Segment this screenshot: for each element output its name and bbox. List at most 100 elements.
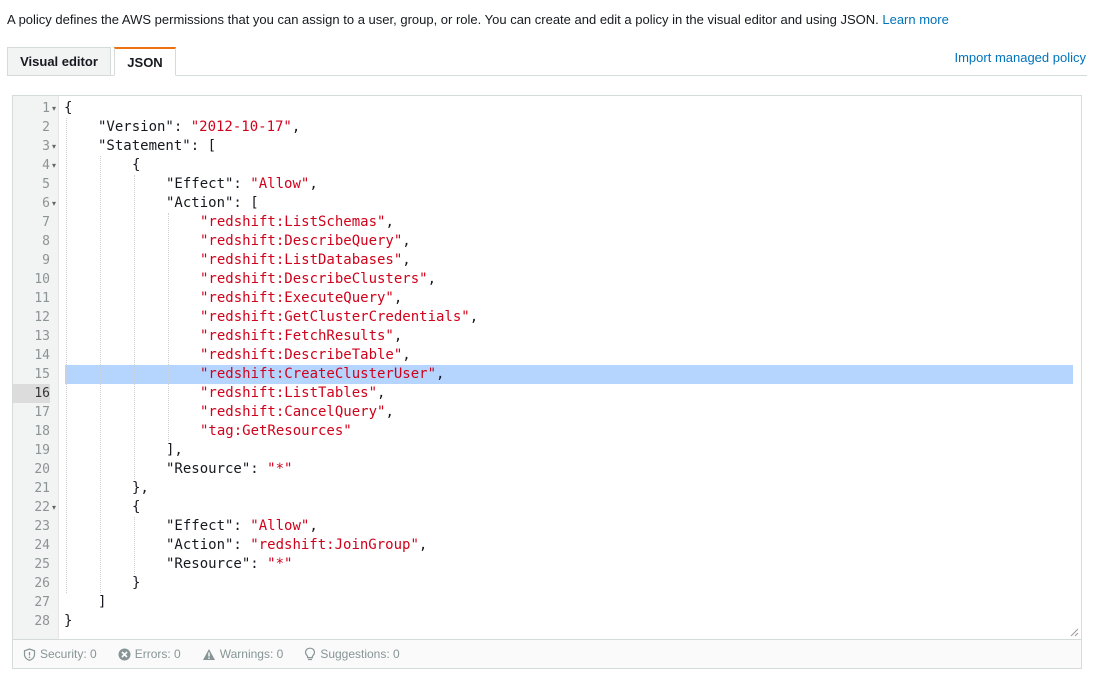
string-token: "redshift:JoinGroup" bbox=[250, 537, 419, 553]
line-number: 11 bbox=[34, 291, 50, 306]
string-token: "redshift:DescribeClusters" bbox=[200, 271, 428, 287]
code-line[interactable]: "redshift:DescribeClusters", bbox=[200, 270, 436, 289]
line-number: 28 bbox=[34, 614, 50, 629]
line-number: 13 bbox=[34, 329, 50, 344]
code-line[interactable]: "redshift:CancelQuery", bbox=[200, 403, 394, 422]
code-line[interactable]: } bbox=[64, 612, 72, 631]
suggestions-status-label: Suggestions: 0 bbox=[320, 647, 400, 661]
tab-json[interactable]: JSON bbox=[114, 47, 176, 76]
code-token: , bbox=[291, 119, 301, 135]
code-line[interactable]: "redshift:DescribeTable", bbox=[200, 346, 411, 365]
code-token: }, bbox=[132, 480, 149, 496]
editor-tabs: Visual editor JSON bbox=[7, 47, 1087, 76]
string-token: "2012-10-17" bbox=[190, 119, 292, 135]
warnings-status-label: Warnings: 0 bbox=[219, 647, 284, 661]
code-line[interactable]: "redshift:FetchResults", bbox=[200, 327, 402, 346]
line-number: 7 bbox=[42, 215, 50, 230]
string-token: "redshift:DescribeTable" bbox=[200, 347, 403, 363]
code-line[interactable]: "redshift:ListSchemas", bbox=[200, 213, 394, 232]
code-token: , bbox=[309, 176, 318, 192]
security-status[interactable]: Security: 0 bbox=[23, 647, 97, 661]
indent-guide bbox=[134, 517, 135, 574]
string-token: "redshift:DescribeQuery" bbox=[200, 233, 403, 249]
code-line[interactable]: "tag:GetResources" bbox=[200, 422, 352, 441]
code-line[interactable]: "redshift:ListTables", bbox=[200, 384, 385, 403]
code-line[interactable]: "Effect": "Allow", bbox=[166, 517, 318, 536]
errors-status[interactable]: Errors: 0 bbox=[118, 647, 181, 661]
string-token: "redshift:FetchResults" bbox=[200, 328, 394, 344]
line-number: 12 bbox=[34, 310, 50, 325]
validation-status-bar: Security: 0 Errors: 0 Warnings: 0 Sugges… bbox=[12, 640, 1082, 669]
indent-guide bbox=[134, 175, 135, 479]
line-number: 22 bbox=[34, 500, 50, 515]
string-token: "redshift:ListDatabases" bbox=[200, 252, 403, 268]
code-line[interactable]: }, bbox=[132, 479, 149, 498]
fold-toggle-icon[interactable]: ▾ bbox=[50, 137, 58, 156]
line-number: 16 bbox=[13, 384, 50, 403]
error-icon bbox=[118, 648, 131, 660]
line-number: 2 bbox=[42, 120, 50, 135]
string-token: "*" bbox=[267, 556, 293, 572]
code-token: "Effect": bbox=[166, 176, 251, 192]
line-number: 17 bbox=[34, 405, 50, 420]
line-number: 21 bbox=[34, 481, 50, 496]
code-token: ] bbox=[98, 594, 107, 610]
string-token: "redshift:GetClusterCredentials" bbox=[200, 309, 470, 325]
code-line[interactable]: "Resource": "*" bbox=[166, 555, 292, 574]
code-line[interactable]: "Statement": [ bbox=[98, 137, 216, 156]
code-token: "Resource": bbox=[166, 461, 268, 477]
code-token: , bbox=[377, 385, 386, 401]
string-token: "Allow" bbox=[250, 176, 310, 192]
code-line[interactable]: "redshift:DescribeQuery", bbox=[200, 232, 411, 251]
code-line[interactable]: "Action": "redshift:JoinGroup", bbox=[166, 536, 427, 555]
indent-guide bbox=[100, 156, 101, 593]
code-line[interactable]: } bbox=[132, 574, 140, 593]
code-token: , bbox=[402, 347, 411, 363]
suggestions-status[interactable]: Suggestions: 0 bbox=[304, 647, 400, 661]
fold-toggle-icon[interactable]: ▾ bbox=[50, 156, 58, 175]
line-number: 6 bbox=[42, 196, 50, 211]
line-number: 8 bbox=[42, 234, 50, 249]
code-line[interactable]: "Action": [ bbox=[166, 194, 259, 213]
code-token: { bbox=[132, 499, 141, 515]
code-token: } bbox=[64, 613, 73, 629]
code-line[interactable]: ] bbox=[98, 593, 106, 612]
code-line[interactable]: "Effect": "Allow", bbox=[166, 175, 318, 194]
warnings-status[interactable]: Warnings: 0 bbox=[202, 647, 284, 661]
string-token: "redshift:CancelQuery" bbox=[200, 404, 386, 420]
line-number-gutter: 1 ▾ 2 3 ▾ 4 ▾ 5 6 ▾ 7 8 9 10 11 12 13 14 15 16 17 18 19 20 21 22 ▾… bbox=[13, 96, 59, 639]
code-token: , bbox=[427, 271, 437, 287]
security-status-label: Security: 0 bbox=[40, 647, 97, 661]
learn-more-link[interactable]: Learn more bbox=[882, 12, 948, 27]
shield-icon bbox=[23, 647, 36, 661]
resize-handle-icon[interactable] bbox=[1070, 628, 1079, 637]
code-line[interactable]: { bbox=[132, 498, 140, 517]
line-number: 9 bbox=[42, 253, 50, 268]
code-line[interactable]: { bbox=[132, 156, 140, 175]
string-token: "redshift:ExecuteQuery" bbox=[200, 290, 394, 306]
code-line[interactable]: "redshift:ListDatabases", bbox=[200, 251, 411, 270]
code-token: , bbox=[436, 366, 445, 382]
fold-toggle-icon[interactable]: ▾ bbox=[50, 194, 58, 213]
code-line[interactable]: "redshift:CreateClusterUser", bbox=[200, 365, 444, 384]
code-token: , bbox=[393, 290, 403, 306]
code-line[interactable]: "redshift:GetClusterCredentials", bbox=[200, 308, 478, 327]
code-token: { bbox=[64, 100, 73, 116]
string-token: "redshift:CreateClusterUser" bbox=[200, 366, 437, 382]
tab-visual-editor[interactable]: Visual editor bbox=[7, 47, 111, 75]
code-line[interactable]: "Version": "2012-10-17", bbox=[98, 118, 300, 137]
fold-toggle-icon[interactable]: ▾ bbox=[50, 99, 58, 118]
code-line[interactable]: "Resource": "*" bbox=[166, 460, 292, 479]
line-number: 10 bbox=[34, 272, 50, 287]
json-code-editor[interactable]: 1 ▾ 2 3 ▾ 4 ▾ 5 6 ▾ 7 8 9 10 11 12 13 14 15 16 17 18 19 20 21 22 ▾… bbox=[12, 95, 1082, 640]
line-number: 14 bbox=[34, 348, 50, 363]
code-line[interactable]: ], bbox=[166, 441, 183, 460]
import-managed-policy-link[interactable]: Import managed policy bbox=[954, 50, 1086, 65]
line-number: 26 bbox=[34, 576, 50, 591]
fold-toggle-icon[interactable]: ▾ bbox=[50, 498, 58, 517]
line-number: 15 bbox=[34, 367, 50, 382]
code-line[interactable]: "redshift:ExecuteQuery", bbox=[200, 289, 402, 308]
line-number: 23 bbox=[34, 519, 50, 534]
code-line[interactable]: { bbox=[64, 99, 72, 118]
policy-description-text: A policy defines the AWS permissions tha… bbox=[7, 12, 883, 27]
